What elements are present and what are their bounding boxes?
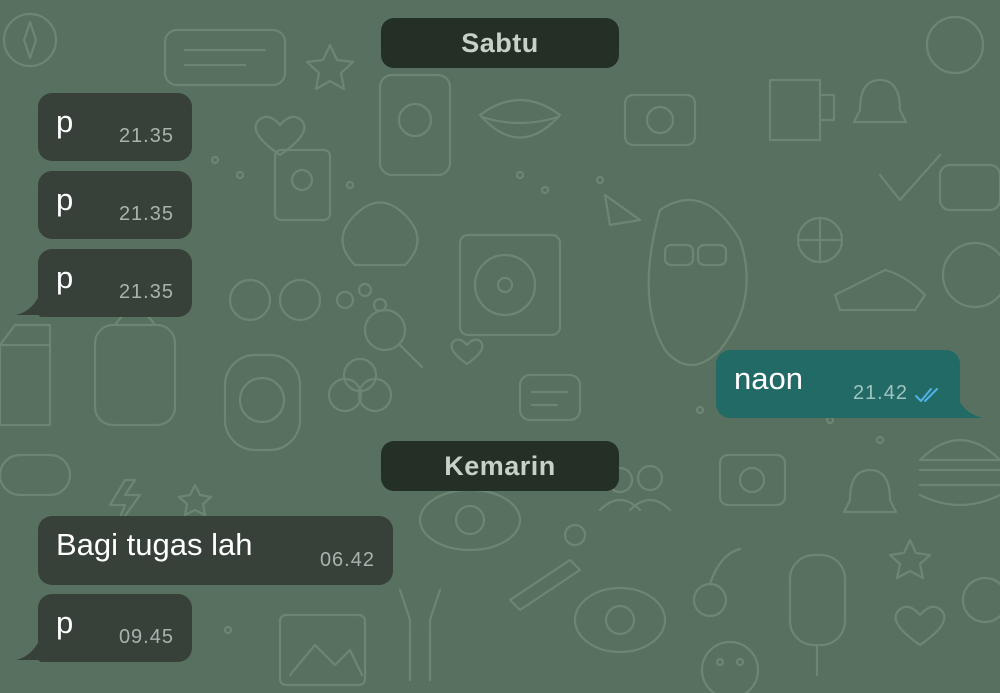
message-text: p <box>56 605 74 640</box>
read-double-check-icon <box>915 388 938 402</box>
bubble-tail-outgoing <box>955 392 983 418</box>
message-text: naon <box>734 361 803 396</box>
message-bubble-incoming[interactable]: p 21.35 <box>38 171 192 239</box>
date-separator-kemarin: Kemarin <box>381 441 619 491</box>
message-text: p <box>56 182 74 217</box>
message-bubble-incoming[interactable]: p 21.35 <box>38 93 192 161</box>
message-text: p <box>56 260 74 295</box>
message-bubble-incoming[interactable]: Bagi tugas lah 06.42 <box>38 516 393 585</box>
message-bubble-incoming[interactable]: p 09.45 <box>38 594 192 662</box>
message-time: 21.35 <box>118 125 174 147</box>
message-time: 09.45 <box>118 626 174 648</box>
message-text: p <box>56 104 74 139</box>
bubble-tail-incoming <box>16 634 42 660</box>
date-label: Kemarin <box>444 450 556 481</box>
message-text: Bagi tugas lah <box>56 527 253 562</box>
date-label: Sabtu <box>461 27 539 58</box>
message-time: 21.35 <box>118 203 174 225</box>
date-separator-sabtu: Sabtu <box>381 18 619 68</box>
message-time: 21.35 <box>118 281 174 303</box>
message-bubble-incoming[interactable]: p 21.35 <box>38 249 192 317</box>
bubble-tail-incoming <box>16 289 42 315</box>
message-time: 21.42 <box>852 382 908 404</box>
message-time: 06.42 <box>319 549 375 571</box>
message-bubble-outgoing[interactable]: naon 21.42 <box>716 350 960 418</box>
